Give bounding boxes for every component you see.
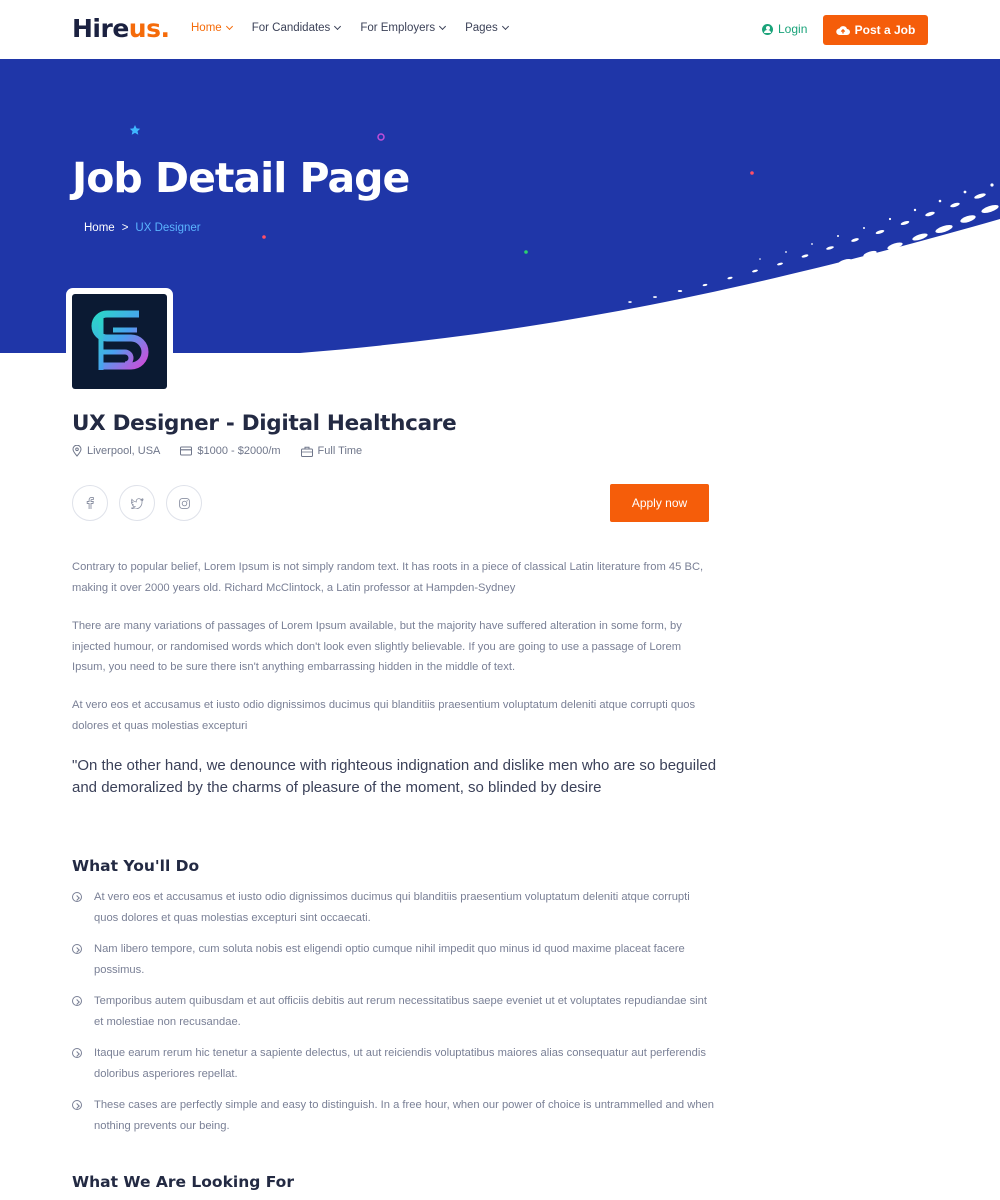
instagram-share-button[interactable]	[166, 485, 202, 521]
user-icon	[762, 23, 773, 35]
what-youll-do-list: At vero eos et accusamus et iusto odio d…	[72, 887, 717, 1147]
logo-text-accent: us.	[128, 14, 170, 43]
description-quote: "On the other hand, we denounce with rig…	[72, 757, 717, 796]
list-item-text: Nam libero tempore, cum soluta nobis est…	[94, 943, 685, 976]
post-job-button[interactable]: Post a Job	[823, 15, 928, 45]
main-nav: Home For Candidates For Employers Pages	[191, 22, 528, 34]
section-heading-looking-for: What We Are Looking For	[72, 1173, 294, 1191]
chevron-down-icon	[225, 22, 233, 31]
list-item-text: Temporibus autem quibusdam et aut offici…	[94, 995, 707, 1028]
nav-item-for-employers[interactable]: For Employers	[360, 22, 447, 34]
list-item-text: At vero eos et accusamus et iusto odio d…	[94, 891, 690, 924]
logo-text-primary: Hire	[72, 14, 129, 43]
nav-label: For Candidates	[251, 22, 331, 34]
breadcrumb: Home > UX Designer	[84, 222, 201, 234]
social-share	[72, 485, 202, 521]
site-logo[interactable]: Hireus.	[72, 14, 170, 43]
nav-item-for-candidates[interactable]: For Candidates	[251, 22, 342, 34]
chevron-circle-icon	[72, 887, 94, 928]
job-meta: Liverpool, USA $1000 - $2000/m Full Time	[72, 445, 382, 457]
twitter-share-button[interactable]	[119, 485, 155, 521]
job-type-text: Full Time	[317, 445, 363, 457]
chevron-down-icon	[334, 22, 342, 31]
company-monogram-icon	[91, 310, 148, 370]
list-item: At vero eos et accusamus et iusto odio d…	[72, 887, 717, 928]
company-logo-image	[72, 294, 167, 389]
briefcase-icon	[300, 446, 313, 457]
chevron-circle-icon	[72, 991, 94, 1032]
section-heading-what-youll-do: What You'll Do	[72, 857, 200, 875]
site-header: Hireus. Home For Candidates For Employer…	[0, 0, 1000, 59]
list-item: Nam libero tempore, cum soluta nobis est…	[72, 939, 717, 980]
facebook-share-button[interactable]	[72, 485, 108, 521]
list-item-text: Itaque earum rerum hic tenetur a sapient…	[94, 1047, 706, 1080]
page-title: Job Detail Page	[72, 154, 410, 202]
apply-now-button[interactable]: Apply now	[610, 484, 709, 522]
job-location-text: Liverpool, USA	[87, 445, 161, 457]
job-location: Liverpool, USA	[72, 445, 160, 457]
login-link[interactable]: Login	[762, 22, 807, 36]
chevron-circle-icon	[72, 939, 94, 980]
job-salary: $1000 - $2000/m	[180, 445, 281, 457]
description-paragraph-3: At vero eos et accusamus et iusto odio d…	[72, 699, 696, 732]
credit-card-icon	[180, 446, 193, 456]
job-title: UX Designer - Digital Healthcare	[72, 411, 457, 436]
chevron-down-icon	[439, 22, 447, 31]
chevron-circle-icon	[72, 1095, 94, 1136]
company-logo	[66, 288, 173, 394]
breadcrumb-separator: >	[121, 222, 129, 234]
chevron-down-icon	[501, 22, 509, 31]
description-paragraph-1: Contrary to popular belief, Lorem Ipsum …	[72, 561, 704, 594]
breadcrumb-current: UX Designer	[135, 222, 201, 234]
login-label: Login	[778, 22, 808, 36]
chevron-circle-icon	[72, 1043, 94, 1084]
nav-label: Home	[191, 22, 222, 34]
list-item: Temporibus autem quibusdam et aut offici…	[72, 991, 717, 1032]
list-item: These cases are perfectly simple and eas…	[72, 1095, 717, 1136]
list-item-text: These cases are perfectly simple and eas…	[94, 1099, 714, 1132]
job-salary-text: $1000 - $2000/m	[197, 445, 281, 457]
twitter-icon	[130, 497, 144, 509]
map-pin-icon	[72, 445, 82, 457]
nav-item-pages[interactable]: Pages	[465, 22, 509, 34]
cloud-upload-icon	[835, 25, 850, 35]
job-type: Full Time	[300, 445, 363, 457]
post-job-label: Post a Job	[854, 23, 916, 37]
facebook-icon	[86, 497, 94, 509]
instagram-icon	[178, 497, 190, 509]
nav-label: Pages	[465, 22, 498, 34]
breadcrumb-home-link[interactable]: Home	[84, 222, 115, 234]
list-item: Itaque earum rerum hic tenetur a sapient…	[72, 1043, 717, 1084]
description-paragraph-2: There are many variations of passages of…	[72, 620, 682, 673]
nav-label: For Employers	[360, 22, 436, 34]
nav-item-home[interactable]: Home	[191, 22, 233, 34]
